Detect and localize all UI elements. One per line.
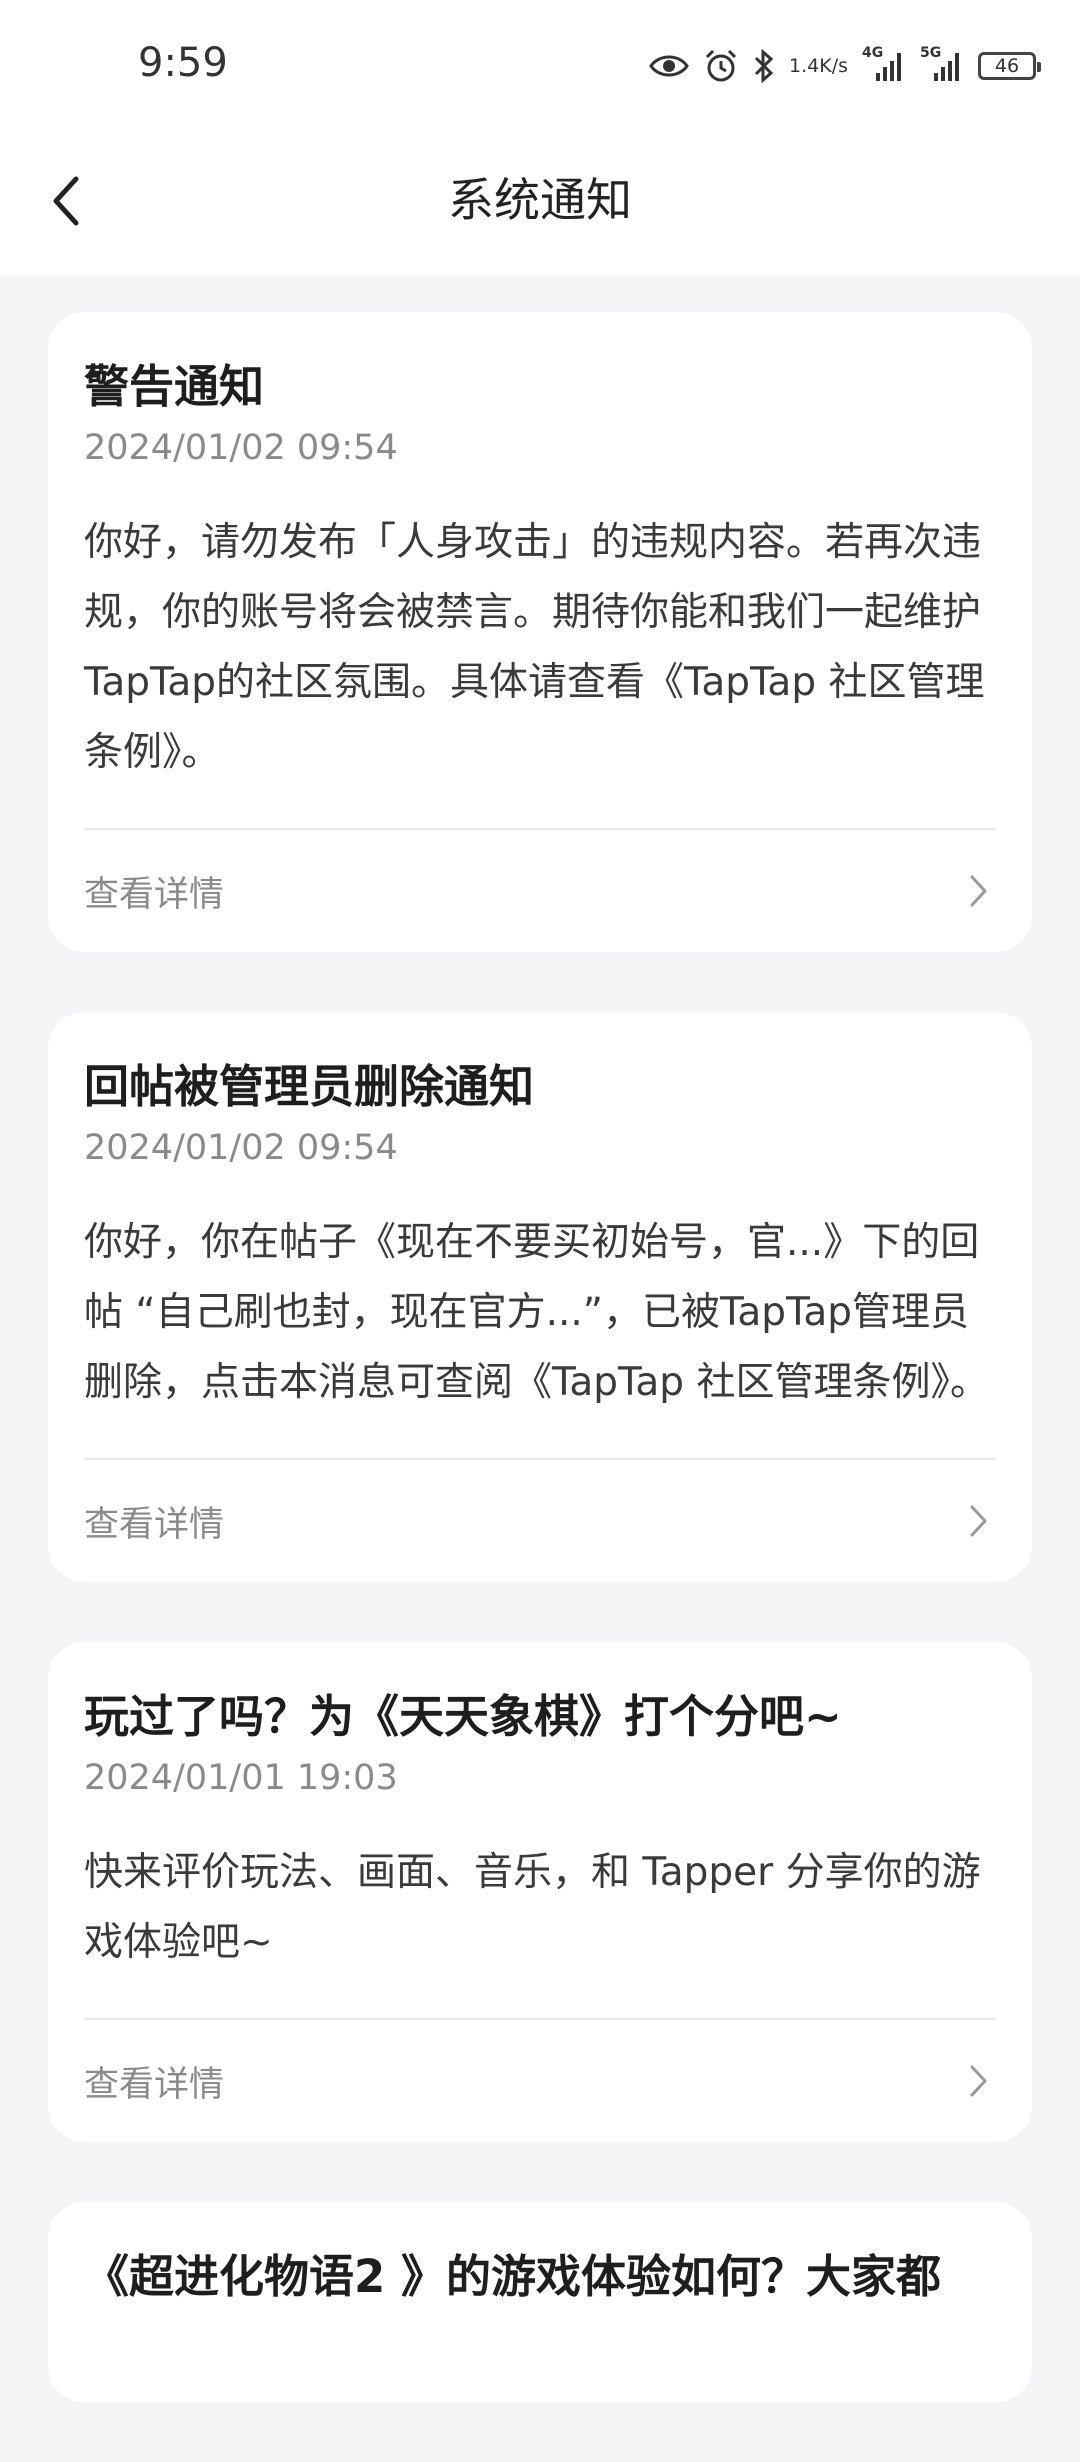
chevron-right-icon	[962, 1504, 996, 1538]
notification-title: 玩过了吗？为《天天象棋》打个分吧~	[84, 1690, 842, 1743]
notification-card[interactable]: 警告通知 2024/01/02 09:54 你好，请勿发布「人身攻击」的违规内容…	[48, 312, 1032, 952]
battery-icon: 46	[978, 52, 1041, 80]
notification-card[interactable]: 《超进化物语2 》的游戏体验如何？大家都	[48, 2202, 1032, 2402]
signal-icon-2: 5G	[920, 45, 964, 83]
notification-title: 警告通知	[84, 360, 265, 413]
chevron-right-icon	[962, 874, 996, 908]
notification-title: 《超进化物语2 》的游戏体验如何？大家都	[84, 2250, 941, 2303]
notification-time: 2024/01/01 19:03	[84, 1758, 398, 1798]
notification-body: 你好，请勿发布「人身攻击」的违规内容。若再次违规，你的账号将会被禁言。期待你能和…	[84, 520, 985, 775]
notification-title: 回帖被管理员删除通知	[84, 1060, 535, 1113]
net-speed-value: 1.4	[789, 55, 820, 77]
eye-icon	[649, 52, 689, 80]
signal-icon: 4G	[862, 45, 906, 83]
notification-body: 快来评价玩法、画面、音乐，和 Tapper 分享你的游戏体验吧~	[84, 1850, 981, 1965]
status-time: 9:59	[138, 40, 228, 86]
net-speed-unit: K/s	[819, 55, 848, 77]
view-details-row[interactable]: 查看详情	[84, 1460, 996, 1582]
view-details-row[interactable]: 查看详情	[84, 830, 996, 952]
page-title: 系统通知	[448, 173, 632, 227]
notification-body: 你好，你在帖子《现在不要买初始号，官...》下的回帖 “自己刷也封，现在官方..…	[84, 1220, 989, 1405]
bluetooth-icon	[753, 48, 775, 84]
status-bar: 9:59 1.4 K/s 4G 5G 46	[0, 0, 1080, 130]
view-details-row[interactable]: 查看详情	[84, 2020, 996, 2142]
sim1-type: 4G	[862, 45, 884, 61]
alarm-icon	[703, 48, 739, 84]
view-details-label: 查看详情	[84, 2064, 225, 2105]
notification-time: 2024/01/02 09:54	[84, 1128, 398, 1168]
battery-level: 46	[994, 55, 1020, 77]
sim2-type: 5G	[920, 45, 942, 61]
notification-time: 2024/01/02 09:54	[84, 428, 398, 468]
view-details-label: 查看详情	[84, 1504, 225, 1545]
status-icons: 1.4 K/s 4G 5G 46	[649, 40, 1041, 92]
notification-list: 警告通知 2024/01/02 09:54 你好，请勿发布「人身攻击」的违规内容…	[48, 312, 1032, 2462]
chevron-right-icon	[962, 2064, 996, 2098]
view-details-label: 查看详情	[84, 874, 225, 915]
notification-card[interactable]: 回帖被管理员删除通知 2024/01/02 09:54 你好，你在帖子《现在不要…	[48, 1012, 1032, 1582]
net-speed: 1.4 K/s	[789, 56, 848, 76]
notification-card[interactable]: 玩过了吗？为《天天象棋》打个分吧~ 2024/01/01 19:03 快来评价玩…	[48, 1642, 1032, 2142]
header: 系统通知	[0, 130, 1080, 276]
